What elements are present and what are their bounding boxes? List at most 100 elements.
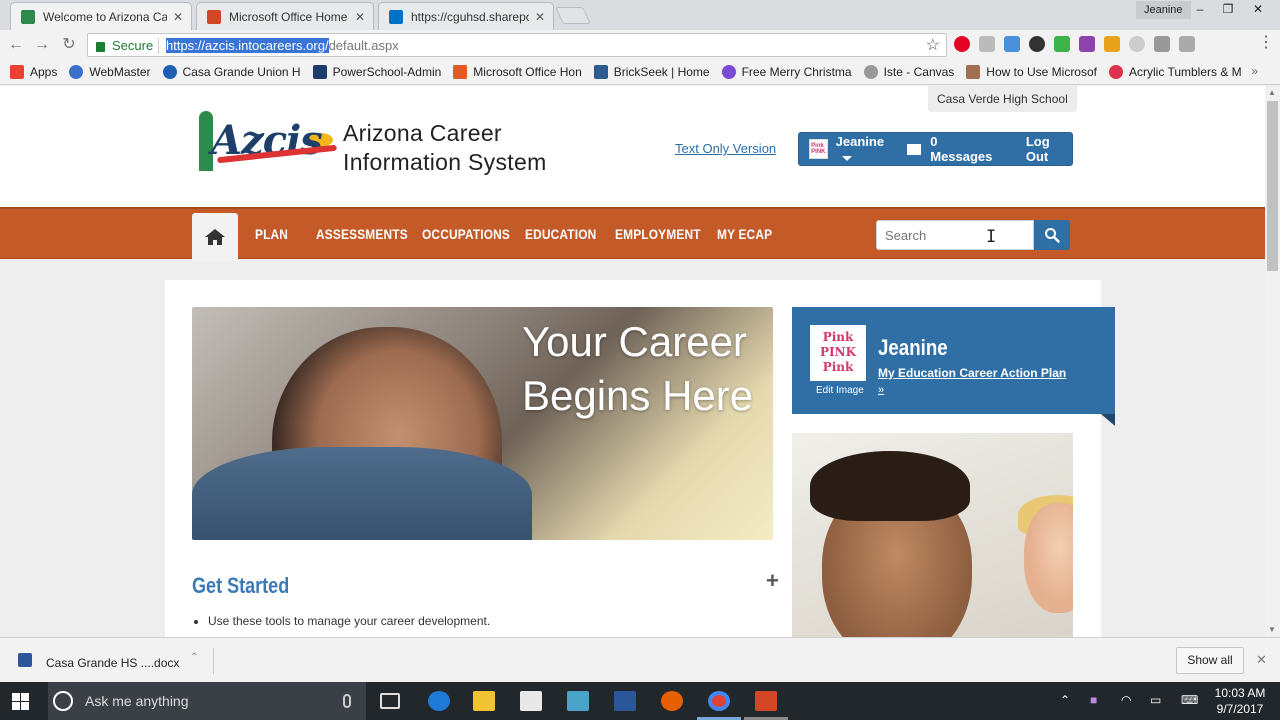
extension-icon[interactable] — [1154, 36, 1170, 52]
bookmark-merry-christmas[interactable]: Free Merry Christma — [721, 65, 852, 79]
snipping-tool-icon[interactable] — [567, 691, 589, 711]
tab-office[interactable]: Microsoft Office Home ✕ — [196, 2, 374, 30]
logout-link[interactable]: Log Out — [1026, 134, 1072, 164]
task-view-icon[interactable] — [380, 693, 400, 709]
bookmark-tumblers[interactable]: Acrylic Tumblers & M — [1109, 65, 1242, 79]
firefox-icon[interactable] — [661, 691, 683, 711]
word-icon[interactable] — [614, 691, 636, 711]
text-only-link[interactable]: Text Only Version — [675, 141, 776, 156]
pinterest-icon[interactable] — [954, 36, 970, 52]
chrome-menu-icon[interactable]: ⋮ — [1258, 35, 1274, 51]
bookmark-powerschool[interactable]: PowerSchool-Admin — [312, 65, 441, 79]
home-tab[interactable] — [192, 213, 238, 261]
nav-assessments[interactable]: ASSESSMENTS — [316, 226, 408, 242]
microphone-icon[interactable] — [343, 694, 351, 708]
action-center-icon[interactable]: ▭ — [1150, 693, 1161, 707]
user-bar: Pink PINK Jeanine 0 Messages Log Out — [798, 132, 1073, 166]
windows-start-icon[interactable] — [12, 693, 29, 710]
page-scrollbar[interactable]: ▲ ▼ — [1265, 86, 1280, 637]
lock-icon — [96, 41, 105, 52]
forward-icon[interactable]: → — [30, 34, 54, 56]
scroll-thumb[interactable] — [1267, 101, 1278, 271]
close-tab-icon[interactable]: ✕ — [355, 10, 365, 24]
edge-icon[interactable] — [428, 691, 450, 711]
close-icon[interactable]: ✕ — [1256, 652, 1267, 668]
messages-link[interactable]: 0 Messages — [930, 134, 998, 164]
close-tab-icon[interactable]: ✕ — [535, 10, 545, 24]
profile-image[interactable]: Pink PINK Pink — [810, 325, 866, 381]
search-button[interactable] — [1034, 220, 1070, 250]
extension-icon[interactable] — [1104, 36, 1120, 52]
system-clock[interactable]: 10:03 AM 9/7/2017 — [1212, 685, 1268, 717]
onenote-icon[interactable] — [1079, 36, 1095, 52]
bookmark-star-icon[interactable]: ☆ — [926, 35, 940, 55]
bookmark-icon — [69, 65, 84, 79]
text-cursor-icon: I — [986, 227, 997, 247]
get-started-heading: Get Started — [192, 573, 290, 598]
url-text[interactable]: https://azcis.intocareers.org/default.as… — [166, 38, 399, 53]
extension-icon[interactable] — [1054, 36, 1070, 52]
scroll-down-icon[interactable]: ▼ — [1268, 625, 1276, 634]
bookmarks-bar: Apps WebMaster Casa Grande Union H Power… — [0, 60, 1280, 85]
file-explorer-icon[interactable] — [473, 691, 495, 711]
tab-sharepoint[interactable]: https://cguhsd.sharepoint ✕ — [378, 2, 554, 30]
back-icon[interactable]: ← — [4, 34, 28, 56]
address-bar[interactable]: Secure https://azcis.intocareers.org/def… — [87, 33, 947, 57]
secure-indicator[interactable]: Secure — [96, 38, 153, 53]
close-tab-icon[interactable]: ✕ — [173, 10, 183, 24]
azcis-logo[interactable]: Azcis Arizona Career Information System — [197, 111, 577, 181]
extension-icon[interactable] — [1179, 36, 1195, 52]
nav-occupations[interactable]: OCCUPATIONS — [422, 226, 510, 242]
bookmark-how-to[interactable]: How to Use Microsof — [966, 65, 1097, 79]
keyboard-icon[interactable]: ⌨ — [1181, 693, 1198, 707]
expand-plus-icon[interactable]: + — [766, 568, 779, 594]
extension-icon[interactable] — [1129, 36, 1145, 52]
onenote-tray-icon[interactable]: ■ — [1090, 693, 1097, 707]
nav-employment[interactable]: EMPLOYMENT — [615, 226, 701, 242]
scroll-up-icon[interactable]: ▲ — [1268, 88, 1276, 97]
cortana-search[interactable]: Ask me anything — [48, 682, 366, 720]
office-favicon-icon — [207, 9, 221, 24]
user-menu[interactable]: Jeanine — [836, 134, 896, 164]
extension-icon[interactable] — [1004, 36, 1020, 52]
store-icon[interactable] — [520, 691, 542, 711]
azcis-favicon-icon — [21, 9, 35, 24]
sharepoint-favicon-icon — [389, 9, 403, 24]
restore-button[interactable]: ❐ — [1212, 0, 1244, 18]
bookmark-casa-grande[interactable]: Casa Grande Union H — [162, 65, 301, 79]
close-window-button[interactable]: ✕ — [1242, 0, 1274, 18]
ecap-arrow-link[interactable]: » — [878, 384, 884, 396]
avatar[interactable]: Pink PINK — [809, 139, 828, 159]
powerpoint-icon[interactable] — [755, 691, 777, 711]
reload-icon[interactable]: ↻ — [57, 34, 81, 56]
profile-button[interactable]: Jeanine — [1136, 1, 1191, 19]
bookmark-canvas[interactable]: Iste - Canvas — [863, 65, 954, 79]
wifi-icon[interactable]: ◠ — [1121, 693, 1131, 707]
new-tab-button[interactable] — [555, 7, 591, 24]
chrome-icon[interactable] — [708, 691, 730, 711]
nav-plan[interactable]: PLAN — [255, 226, 288, 242]
chevron-up-icon[interactable]: ⌃ — [190, 652, 198, 663]
site-search-input[interactable] — [876, 220, 1034, 250]
show-all-button[interactable]: Show all — [1176, 647, 1244, 674]
student-shirt — [192, 447, 532, 540]
bookmark-webmaster[interactable]: WebMaster — [69, 65, 151, 79]
extension-icon[interactable] — [1029, 36, 1045, 52]
get-started-list: Use these tools to manage your career de… — [208, 614, 768, 634]
divider — [213, 648, 214, 674]
bookmarks-overflow-icon[interactable]: » — [1251, 64, 1258, 78]
nav-my-ecap[interactable]: MY ECAP — [717, 226, 772, 242]
bookmark-office[interactable]: Microsoft Office Hon — [453, 65, 582, 79]
student-hair — [810, 451, 970, 521]
extension-icon[interactable] — [979, 36, 995, 52]
tray-chevron-icon[interactable]: ⌃ — [1060, 693, 1070, 707]
list-item: Use these tools to manage your career de… — [208, 614, 768, 628]
tab-azcis[interactable]: Welcome to Arizona Career ✕ — [10, 2, 192, 30]
ecap-link[interactable]: My Education Career Action Plan — [878, 366, 1066, 380]
bookmark-apps[interactable]: Apps — [10, 65, 57, 79]
nav-education[interactable]: EDUCATION — [525, 226, 596, 242]
edit-image-link[interactable]: Edit Image — [816, 385, 864, 396]
download-item[interactable]: Casa Grande HS ....docx — [46, 656, 179, 670]
bookmark-brickseek[interactable]: BrickSeek | Home — [593, 65, 710, 79]
microsoft-logo-icon — [453, 65, 468, 79]
